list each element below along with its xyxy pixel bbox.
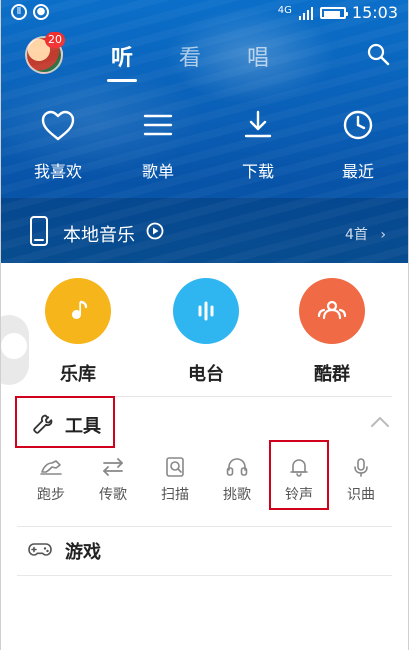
local-music-label: 本地音乐 <box>63 225 135 246</box>
games-label: 游戏 <box>65 542 101 563</box>
tab-watch[interactable]: 看 <box>175 40 205 72</box>
radio-bars-icon <box>198 301 214 321</box>
tools-header[interactable]: 工具 <box>15 396 115 448</box>
tool-recognize-label: 识曲 <box>347 487 375 503</box>
status-app-icon: ● <box>33 4 49 20</box>
groups-circle <box>299 278 365 344</box>
heart-icon <box>41 110 75 141</box>
headphones-icon <box>226 458 248 476</box>
scan-icon <box>166 457 184 477</box>
library-circle <box>45 278 111 344</box>
top-navigation: 20 听 看 唱 <box>1 30 408 82</box>
mic-icon <box>354 458 368 477</box>
network-type: 4G <box>277 5 292 16</box>
tool-run-label: 跑步 <box>37 487 65 503</box>
local-music-count: 4首 › <box>345 224 386 244</box>
status-bar: Ⅱ ● 4G 15:03 <box>1 0 408 26</box>
tool-pick-songs-label: 挑歌 <box>223 487 251 503</box>
main-tabs: 听 看 唱 <box>107 36 327 82</box>
tools-section: 工具 跑步 传歌 扫描 挑歌 铃声 识曲 <box>1 396 408 526</box>
list-icon <box>143 114 173 136</box>
tool-transfer-label: 传歌 <box>99 487 127 503</box>
kugou-home-screen: Ⅱ ● 4G 15:03 20 听 看 唱 我喜欢 歌单 下载 最近 本地音乐 … <box>0 0 409 650</box>
tab-listen[interactable]: 听 <box>107 40 138 82</box>
status-right: 4G 15:03 <box>278 3 398 22</box>
music-note-icon <box>72 300 88 319</box>
quick-entry-groups-label: 酷群 <box>314 364 350 385</box>
radio-circle <box>173 278 239 344</box>
tab-sing[interactable]: 唱 <box>243 40 273 72</box>
tool-ringtone-label: 铃声 <box>285 487 313 503</box>
chevron-right-icon: › <box>380 227 386 243</box>
action-favorites-label: 我喜欢 <box>33 162 82 181</box>
section-divider-3 <box>17 575 392 576</box>
status-time: 15:03 <box>351 3 398 22</box>
bell-icon <box>290 459 308 477</box>
notification-badge: 20 <box>45 32 65 48</box>
action-downloads-label: 下载 <box>241 162 274 181</box>
hero-actions: 我喜欢 歌单 下载 最近 <box>1 108 408 198</box>
signal-icon <box>298 6 313 20</box>
local-music-count-text: 4首 <box>345 227 368 243</box>
tools-title: 工具 <box>65 416 101 437</box>
battery-icon <box>319 6 348 19</box>
action-recent-label: 最近 <box>341 162 374 181</box>
chevron-up-icon[interactable] <box>370 416 390 428</box>
group-icon <box>317 300 347 320</box>
download-icon <box>244 110 272 138</box>
transfer-icon <box>103 458 123 476</box>
action-playlists-label: 歌单 <box>141 162 174 181</box>
gamepad-icon <box>28 543 52 556</box>
search-icon[interactable] <box>366 42 390 66</box>
clock-icon <box>343 110 373 140</box>
battery-fill <box>323 10 341 17</box>
status-pause-icon: Ⅱ <box>11 4 27 20</box>
games-row[interactable]: 游戏 <box>1 526 408 576</box>
wrench-icon <box>33 414 53 434</box>
tool-scan-label: 扫描 <box>161 487 189 503</box>
hero-header: Ⅱ ● 4G 15:03 20 听 看 唱 我喜欢 歌单 下载 最近 本地音乐 … <box>1 0 408 263</box>
quick-entry-radio-label: 电台 <box>188 364 224 385</box>
phone-icon <box>30 216 48 246</box>
local-music-row[interactable]: 本地音乐 4首 › <box>1 198 408 263</box>
status-left-icons: Ⅱ ● <box>11 4 49 20</box>
run-icon <box>40 460 62 475</box>
quick-entries: 乐库 电台 酷群 <box>1 278 408 388</box>
play-circle-icon[interactable] <box>146 222 164 240</box>
quick-entry-library-label: 乐库 <box>60 364 96 385</box>
